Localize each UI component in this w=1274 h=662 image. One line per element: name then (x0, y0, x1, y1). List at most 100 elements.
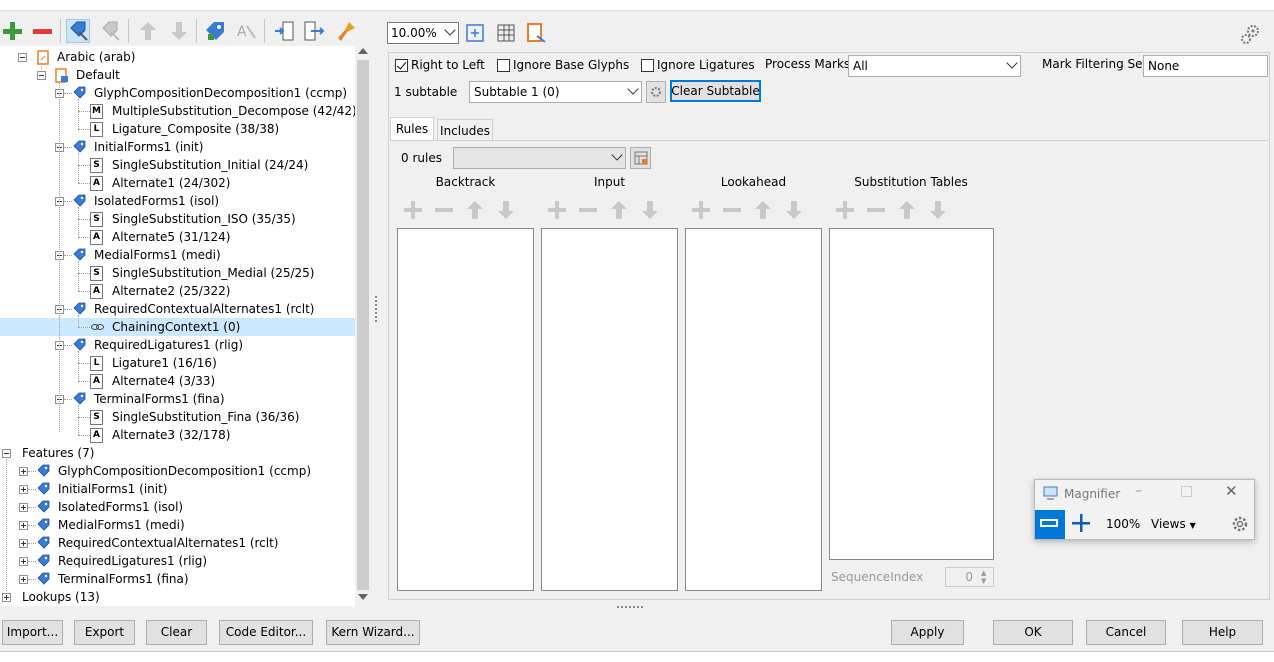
feature-item-label[interactable]: InitialForms1 (init) (58, 480, 167, 498)
tab-rules[interactable]: Rules (390, 117, 434, 141)
right-to-left-checkbox[interactable] (395, 59, 408, 72)
expand-toggle[interactable] (19, 557, 28, 566)
remove-icon[interactable] (720, 198, 744, 222)
expand-toggle[interactable] (19, 521, 28, 530)
remove-icon[interactable] (30, 19, 54, 43)
add-icon[interactable] (833, 198, 857, 222)
zoom-select[interactable]: 10.00% (387, 22, 459, 44)
move-up-icon[interactable] (607, 198, 631, 222)
edit-lookup-icon[interactable] (98, 19, 122, 43)
collapse-toggle[interactable] (18, 53, 27, 62)
remove-icon[interactable] (576, 198, 600, 222)
move-down-icon[interactable] (926, 198, 950, 222)
lookup-item-label[interactable]: Alternate3 (32/178) (112, 426, 230, 444)
backtrack-list[interactable] (397, 228, 534, 591)
feature-item-label[interactable]: MedialForms1 (medi) (58, 516, 185, 534)
scroll-thumb[interactable] (357, 60, 369, 590)
subtable-settings-button[interactable] (646, 81, 666, 103)
clean-icon[interactable] (334, 19, 358, 43)
settings-gear-icon[interactable] (1238, 22, 1262, 46)
collapse-toggle[interactable] (2, 449, 11, 458)
feature-item-label[interactable]: GlyphCompositionDecomposition1 (ccmp) (58, 462, 311, 480)
lookup-tree[interactable]: Arabic (arab) Default GlyphCompositionDeco… (0, 46, 355, 606)
expand-toggle[interactable] (19, 539, 28, 548)
spinner-arrows-icon[interactable]: ▲ ▼ (981, 569, 991, 585)
move-down-icon[interactable] (167, 19, 191, 43)
feature-item-label[interactable]: TerminalForms1 (fina) (58, 570, 189, 588)
import-button[interactable]: Import... (2, 620, 63, 645)
ignore-base-checkbox[interactable] (497, 59, 510, 72)
add-icon[interactable] (689, 198, 713, 222)
expand-toggle[interactable] (2, 593, 11, 602)
collapse-toggle[interactable] (37, 71, 46, 80)
export-icon[interactable] (302, 19, 326, 43)
remove-icon[interactable] (432, 198, 456, 222)
lookup-item-label[interactable]: SingleSubstitution_Fina (36/36) (112, 408, 299, 426)
splitter-handle-horizontal[interactable] (617, 606, 643, 610)
cancel-button[interactable]: Cancel (1086, 620, 1166, 645)
lookup-item-label[interactable]: SingleSubstitution_Medial (25/25) (112, 264, 314, 282)
magnifier-settings-icon[interactable] (1231, 515, 1249, 533)
lookup-item-label[interactable]: Ligature1 (16/16) (112, 354, 217, 372)
subtable-select[interactable]: Subtable 1 (0) (469, 81, 642, 103)
expand-toggle[interactable] (19, 503, 28, 512)
rules-select[interactable] (453, 147, 626, 169)
splitter-handle[interactable] (375, 296, 380, 322)
zoom-in-button[interactable] (1069, 511, 1095, 537)
input-list[interactable] (541, 228, 678, 591)
zoom-out-button[interactable] (1035, 510, 1065, 539)
move-down-icon[interactable] (782, 198, 806, 222)
maximize-icon[interactable] (1181, 486, 1192, 497)
lookup-item-label[interactable]: ChainingContext1 (0) (112, 318, 240, 336)
code-editor-button[interactable]: Code Editor... (219, 620, 313, 645)
lookup-item-label[interactable]: Alternate5 (31/124) (112, 228, 230, 246)
lookup-item-label[interactable]: Ligature_Composite (38/38) (112, 120, 279, 138)
ignore-ligatures-checkbox[interactable] (641, 59, 654, 72)
rule-editor-button[interactable] (630, 147, 651, 169)
expand-toggle[interactable] (19, 467, 28, 476)
grid-view-icon[interactable] (494, 21, 518, 45)
glyph-panel-icon[interactable] (524, 21, 548, 45)
expand-toggle[interactable] (19, 485, 28, 494)
move-up-icon[interactable] (895, 198, 919, 222)
fit-view-icon[interactable] (463, 21, 487, 45)
minimize-icon[interactable]: – (1135, 483, 1142, 499)
add-icon[interactable] (401, 198, 425, 222)
clear-button[interactable]: Clear (146, 620, 207, 645)
lookup-item-label[interactable]: SingleSubstitution_ISO (35/35) (112, 210, 296, 228)
move-down-icon[interactable] (494, 198, 518, 222)
lookup-item-label[interactable]: Alternate4 (3/33) (112, 372, 215, 390)
export-button[interactable]: Export (74, 620, 135, 645)
ok-button[interactable]: OK (993, 620, 1073, 645)
kern-wizard-button[interactable]: Kern Wizard... (326, 620, 420, 645)
move-up-icon[interactable] (751, 198, 775, 222)
edit-feature-icon[interactable] (66, 19, 90, 43)
unicode-icon[interactable]: A (234, 19, 258, 43)
scroll-up-icon[interactable] (358, 48, 368, 54)
sequence-index-spinner[interactable]: 0 ▲ ▼ (945, 567, 994, 587)
add-icon[interactable] (0, 19, 24, 43)
tag-icon[interactable] (203, 19, 227, 43)
lookup-item-label[interactable]: SingleSubstitution_Initial (24/24) (112, 156, 308, 174)
help-button[interactable]: Help (1182, 620, 1263, 645)
remove-icon[interactable] (864, 198, 888, 222)
apply-button[interactable]: Apply (891, 620, 964, 645)
close-icon[interactable]: ✕ (1225, 482, 1238, 500)
substitution-tables-list[interactable] (829, 228, 994, 560)
move-down-icon[interactable] (638, 198, 662, 222)
scroll-down-icon[interactable] (358, 594, 368, 600)
lookahead-list[interactable] (685, 228, 822, 591)
magnifier-window[interactable]: Magnifier – ✕ 100% Views ▼ (1034, 479, 1255, 540)
add-icon[interactable] (545, 198, 569, 222)
mark-filter-select[interactable]: None (1143, 55, 1268, 77)
expand-toggle[interactable] (19, 575, 28, 584)
move-up-icon[interactable] (463, 198, 487, 222)
tab-includes[interactable]: Includes (437, 119, 493, 141)
views-menu[interactable]: Views ▼ (1151, 517, 1196, 531)
move-up-icon[interactable] (136, 19, 160, 43)
lookup-item-label[interactable]: Alternate1 (24/302) (112, 174, 230, 192)
import-icon[interactable] (272, 19, 296, 43)
lookup-item-label[interactable]: Alternate2 (25/322) (112, 282, 230, 300)
feature-item-label[interactable]: IsolatedForms1 (isol) (58, 498, 183, 516)
process-marks-select[interactable]: All (848, 55, 1021, 77)
